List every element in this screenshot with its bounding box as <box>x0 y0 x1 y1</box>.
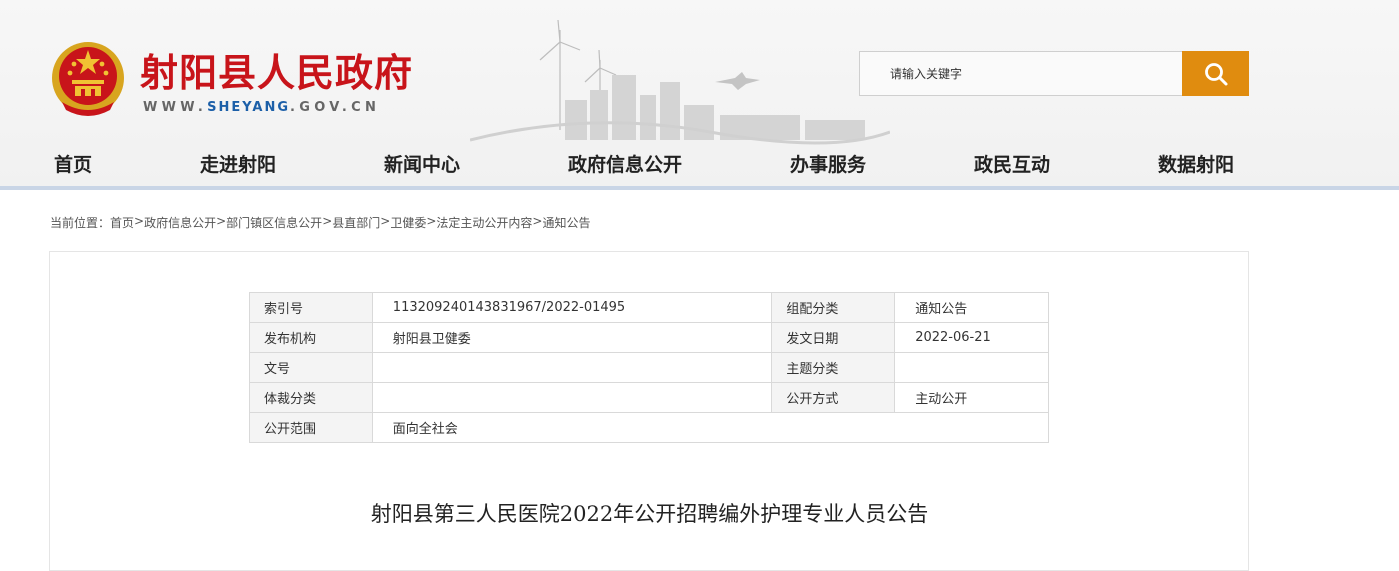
meta-value-category: 通知公告 <box>894 292 1049 323</box>
table-row: 发布机构 射阳县卫健委 发文日期 2022-06-21 <box>249 322 1049 353</box>
government-emblem-logo <box>52 42 124 116</box>
breadcrumb-separator: > <box>134 214 145 228</box>
site-title[interactable]: 射阳县人民政府 <box>140 42 413 97</box>
search-icon <box>1204 62 1227 85</box>
breadcrumb-item[interactable]: 部门镇区信息公开 <box>226 214 322 231</box>
header-divider <box>0 186 1399 190</box>
search-box <box>859 51 1183 96</box>
meta-value-topic <box>894 352 1049 383</box>
table-row: 索引号 113209240143831967/2022-01495 组配分类 通… <box>249 292 1049 323</box>
nav-item-about[interactable]: 走进射阳 <box>200 150 276 177</box>
site-url-suffix: .GOV.CN <box>290 100 381 115</box>
meta-value-doc-number <box>371 352 773 383</box>
meta-value-disclosure-method: 主动公开 <box>894 382 1049 413</box>
breadcrumb-separator: > <box>380 214 391 228</box>
meta-key-doc-number: 文号 <box>249 352 373 383</box>
main-nav: 首页 走进射阳 新闻中心 政府信息公开 办事服务 政民互动 数据射阳 <box>0 142 1399 186</box>
meta-key-publisher: 发布机构 <box>249 322 373 353</box>
breadcrumb: 当前位置： 首页 > 政府信息公开 > 部门镇区信息公开 > 县直部门 > 卫健… <box>50 214 591 231</box>
search-button[interactable] <box>1182 51 1249 96</box>
site-header: 射阳县人民政府 WWW.SHEYANG.GOV.CN 首页 走进射阳 新闻中心 … <box>0 0 1399 186</box>
search-input[interactable] <box>860 52 1182 95</box>
table-row: 公开范围 面向全社会 <box>249 412 1050 443</box>
meta-key-topic: 主题分类 <box>771 352 896 383</box>
breadcrumb-label: 当前位置： <box>50 216 111 230</box>
nav-item-gov-info[interactable]: 政府信息公开 <box>568 150 682 177</box>
breadcrumb-item[interactable]: 法定主动公开内容 <box>436 214 532 231</box>
nav-item-services[interactable]: 办事服务 <box>790 150 866 177</box>
breadcrumb-separator: > <box>532 214 543 228</box>
breadcrumb-item[interactable]: 卫健委 <box>390 214 426 231</box>
nav-item-data[interactable]: 数据射阳 <box>1158 150 1234 177</box>
meta-value-scope: 面向全社会 <box>371 412 1050 443</box>
meta-value-date: 2022-06-21 <box>894 322 1049 353</box>
breadcrumb-separator: > <box>216 214 227 228</box>
city-skyline-illustration <box>470 20 890 145</box>
meta-key-date: 发文日期 <box>771 322 896 353</box>
meta-key-disclosure-method: 公开方式 <box>771 382 896 413</box>
meta-value-publisher: 射阳县卫健委 <box>371 322 773 353</box>
document-metadata-table: 索引号 113209240143831967/2022-01495 组配分类 通… <box>249 292 1050 443</box>
site-url-prefix: WWW. <box>143 100 208 115</box>
site-url-highlight: SHEYANG <box>207 100 291 115</box>
article-title: 射阳县第三人民医院2022年公开招聘编外护理专业人员公告 <box>370 502 929 526</box>
breadcrumb-item[interactable]: 首页 <box>110 214 134 231</box>
site-url: WWW.SHEYANG.GOV.CN <box>143 100 380 115</box>
meta-key-category: 组配分类 <box>771 292 896 323</box>
breadcrumb-item[interactable]: 政府信息公开 <box>144 214 216 231</box>
meta-value-genre <box>371 382 773 413</box>
meta-value-index: 113209240143831967/2022-01495 <box>371 292 773 323</box>
meta-key-scope: 公开范围 <box>249 412 373 443</box>
breadcrumb-separator: > <box>322 214 333 228</box>
table-row: 文号 主题分类 <box>249 352 1049 383</box>
meta-key-genre: 体裁分类 <box>249 382 373 413</box>
table-row: 体裁分类 公开方式 主动公开 <box>249 382 1049 413</box>
meta-key-index: 索引号 <box>249 292 373 323</box>
nav-item-news[interactable]: 新闻中心 <box>384 150 460 177</box>
breadcrumb-separator: > <box>426 214 437 228</box>
breadcrumb-item[interactable]: 通知公告 <box>542 214 590 231</box>
nav-item-home[interactable]: 首页 <box>54 150 92 177</box>
breadcrumb-item[interactable]: 县直部门 <box>332 214 380 231</box>
nav-item-interaction[interactable]: 政民互动 <box>974 150 1050 177</box>
